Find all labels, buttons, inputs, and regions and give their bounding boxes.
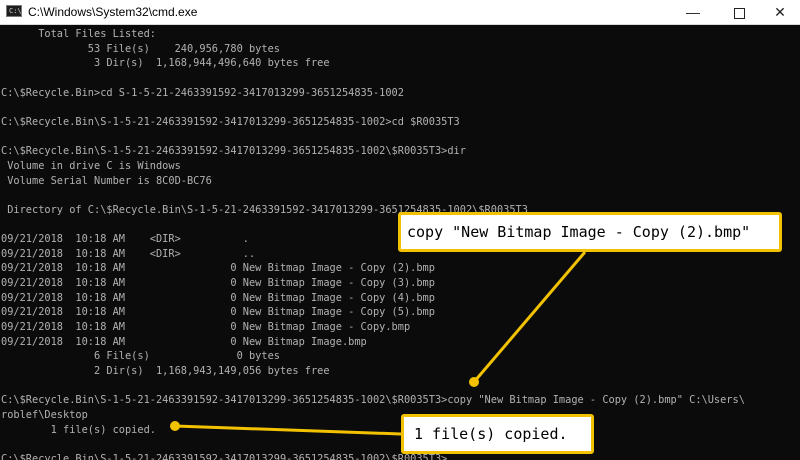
title-bar[interactable]: C:\ C:\Windows\System32\cmd.exe — ✕ — [0, 0, 800, 25]
close-button[interactable]: ✕ — [760, 0, 800, 24]
console-line: 3 Dir(s) 1,168,944,496,640 bytes free — [1, 57, 330, 70]
window-title: C:\Windows\System32\cmd.exe — [28, 5, 198, 19]
console-line: Total Files Listed: — [1, 28, 156, 40]
console-line: Volume Serial Number is 8C0D-BC76 — [1, 174, 212, 187]
console-line: 09/21/2018 10:18 AM 0 New Bitmap Image -… — [1, 262, 435, 275]
console-line: roblef\Desktop — [1, 408, 88, 421]
console-line: 09/21/2018 10:18 AM <DIR> . — [1, 233, 249, 246]
console-line: C:\$Recycle.Bin\S-1-5-21-2463391592-3417… — [1, 452, 454, 460]
console-line: 09/21/2018 10:18 AM 0 New Bitmap Image -… — [1, 306, 435, 319]
console-line: C:\$Recycle.Bin\S-1-5-21-2463391592-3417… — [1, 394, 745, 407]
console-line: 09/21/2018 10:18 AM <DIR> .. — [1, 247, 256, 260]
console-line: 1 file(s) copied. — [1, 423, 156, 436]
callout-copy-result: 1 file(s) copied. — [401, 414, 594, 454]
console-line: 09/21/2018 10:18 AM 0 New Bitmap Image -… — [1, 321, 411, 333]
console-line: 09/21/2018 10:18 AM 0 New Bitmap Image -… — [1, 291, 435, 304]
console-app-icon: C:\ — [6, 5, 22, 17]
console-line: C:\$Recycle.Bin\S-1-5-21-2463391592-3417… — [1, 145, 466, 158]
console-line: 09/21/2018 10:18 AM 0 New Bitmap Image -… — [1, 277, 435, 290]
minimize-button[interactable]: — — [670, 0, 716, 24]
console-line: 6 File(s) 0 bytes — [1, 350, 280, 363]
console-line: 2 Dir(s) 1,168,943,149,056 bytes free — [1, 364, 330, 377]
console-line: 53 File(s) 240,956,780 bytes — [1, 42, 280, 55]
callout-copy-command: copy "New Bitmap Image - Copy (2).bmp" — [398, 212, 782, 252]
console-line: 09/21/2018 10:18 AM 0 New Bitmap Image.b… — [1, 335, 367, 348]
console-line: Volume in drive C is Windows — [1, 159, 181, 172]
maximize-button[interactable] — [716, 0, 762, 24]
console-line: C:\$Recycle.Bin\S-1-5-21-2463391592-3417… — [1, 115, 460, 128]
maximize-icon — [733, 7, 745, 19]
console-line: C:\$Recycle.Bin>cd S-1-5-21-2463391592-3… — [1, 86, 404, 99]
